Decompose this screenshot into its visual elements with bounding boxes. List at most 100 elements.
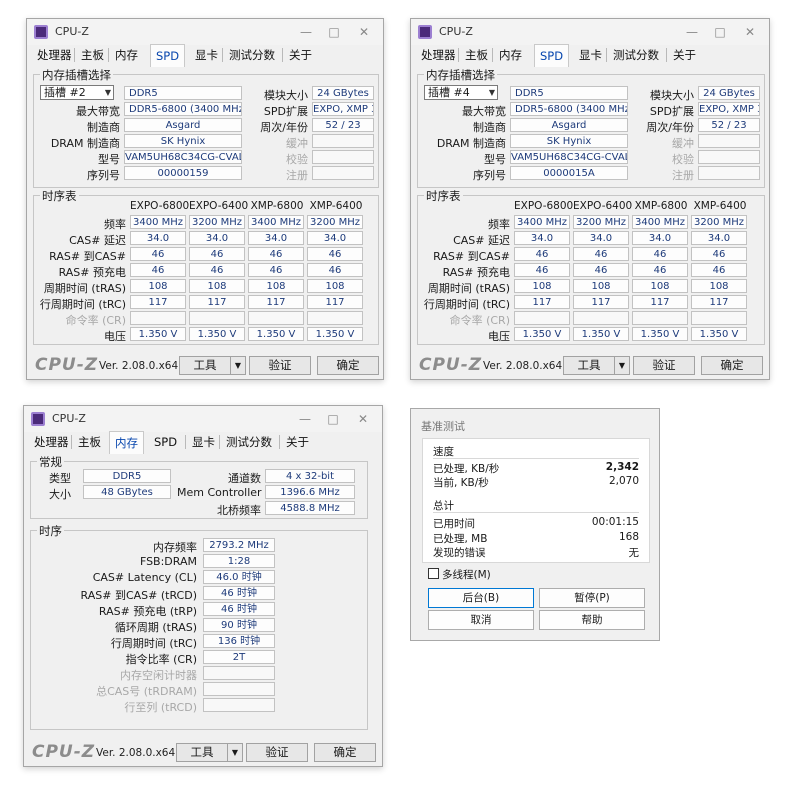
module-size-label: 模块大小 [264,89,308,102]
multithread-label[interactable]: 多线程(M) [442,567,491,582]
chevron-down-icon[interactable]: ▼ [614,356,630,375]
pause-button[interactable]: 暂停(P) [539,588,645,608]
background-button[interactable]: 后台(B) [428,588,534,608]
tab-graphics[interactable]: 显卡 [187,432,220,452]
tab-mainboard[interactable]: 主板 [76,45,109,65]
tab-bench[interactable]: 测试分数 [221,432,277,452]
tab-about[interactable]: 关于 [284,45,317,65]
cpuz-app-icon [34,25,48,39]
close-icon[interactable]: ✕ [739,23,761,41]
trc-cell: 117 [307,295,363,309]
serial-label: 序列号 [87,169,120,182]
tab-memory[interactable]: 内存 [494,45,527,65]
minimize-icon[interactable]: — [295,23,317,41]
ok-button[interactable]: 确定 [701,356,763,375]
ras-cas-cell: 46 [573,247,629,261]
voltage-cell: 1.350 V [691,327,747,341]
slot-dropdown[interactable]: 插槽 #2 ▼ [40,85,114,100]
command-rate-value: 2T [203,650,275,664]
tab-cpu[interactable]: 处理器 [416,45,461,65]
tab-spd[interactable]: SPD [150,44,186,67]
tab-about[interactable]: 关于 [668,45,701,65]
dram-frequency-value: 2793.2 MHz [203,538,275,552]
title-bar[interactable]: CPU-Z — □ ✕ [27,19,383,45]
spd-ext-value: EXPO, XMP 3.0 [698,102,760,116]
freq-label: 频率 [104,218,126,231]
multithread-checkbox[interactable] [428,568,439,579]
freq-cell: 3200 MHz [189,215,245,229]
tab-about[interactable]: 关于 [281,432,314,452]
tab-mainboard[interactable]: 主板 [73,432,106,452]
cr-cell [691,311,747,325]
tab-mainboard[interactable]: 主板 [460,45,493,65]
tab-divider [458,48,459,62]
window-title: CPU-Z [439,25,473,38]
tab-memory[interactable]: 内存 [110,45,143,65]
tab-cpu[interactable]: 处理器 [32,45,77,65]
maximize-icon[interactable]: □ [709,23,731,41]
slot-dropdown[interactable]: 插槽 #4 ▼ [424,85,498,100]
validate-button[interactable]: 验证 [249,356,311,375]
tools-button[interactable]: 工具 [563,356,615,375]
buffered-value [698,134,760,148]
ras-pre-label: RAS# 预充电 [58,266,126,279]
voltage-cell: 1.350 V [307,327,363,341]
tools-button[interactable]: 工具 [176,743,228,762]
row-to-column-label: 行至列 (tRCD) [124,701,197,714]
tab-bench[interactable]: 测试分数 [608,45,664,65]
tab-divider [606,48,607,62]
validate-button[interactable]: 验证 [633,356,695,375]
minimize-icon[interactable]: — [681,23,703,41]
chevron-down-icon[interactable]: ▼ [227,743,243,762]
cancel-button[interactable]: 取消 [428,610,534,630]
validate-button[interactable]: 验证 [246,743,308,762]
registered-value [312,166,374,180]
tab-cpu[interactable]: 处理器 [29,432,74,452]
tab-divider [71,435,72,449]
tab-spd[interactable]: SPD [149,432,182,452]
timings-table-group: 时序表 EXPO-6800 EXPO-6400 XMP-6800 XMP-640… [33,188,379,345]
help-button[interactable]: 帮助 [539,610,645,630]
title-bar[interactable]: CPU-Z — □ ✕ [411,19,769,45]
ok-button[interactable]: 确定 [317,356,379,375]
tras-cell: 108 [248,279,304,293]
cr-cell [632,311,688,325]
group-title: 内存插槽选择 [424,67,497,83]
maximize-icon[interactable]: □ [323,23,345,41]
chevron-down-icon[interactable]: ▼ [230,356,246,375]
minimize-icon[interactable]: — [294,410,316,428]
close-icon[interactable]: ✕ [353,23,375,41]
part-number-label: 型号 [98,153,120,166]
cpuz-brand-logo: CPU-Z [32,742,96,762]
tab-memory[interactable]: 内存 [109,431,144,454]
trc-cell: 117 [514,295,570,309]
close-icon[interactable]: ✕ [352,410,374,428]
tab-bench[interactable]: 测试分数 [224,45,280,65]
part-number-label: 型号 [484,153,506,166]
ok-button[interactable]: 确定 [314,743,376,762]
tab-graphics[interactable]: 显卡 [190,45,223,65]
manufacturer-label: 制造商 [87,121,120,134]
registered-label: 注册 [672,169,694,182]
cas-cell: 34.0 [573,231,629,245]
maximize-icon[interactable]: □ [322,410,344,428]
col-header: XMP-6800 [250,200,304,212]
week-year-value: 52 / 23 [312,118,374,132]
tab-spd[interactable]: SPD [534,44,570,67]
cas-cell: 34.0 [691,231,747,245]
results-panel: 速度 已处理, KB/秒 2,342 当前, KB/秒 2,070 总计 已用时… [422,438,650,563]
cas-cell: 34.0 [514,231,570,245]
tab-graphics[interactable]: 显卡 [574,45,607,65]
ras-pre-label: RAS# 预充电 [442,266,510,279]
cr-cell [189,311,245,325]
ras-pre-cell: 46 [130,263,186,277]
ras-cas-cell: 46 [130,247,186,261]
timings-table-group: 时序表 EXPO-6800 EXPO-6400 XMP-6800 XMP-640… [417,188,765,345]
tools-button[interactable]: 工具 [179,356,231,375]
serial-label: 序列号 [473,169,506,182]
title-bar[interactable]: CPU-Z — □ ✕ [24,406,382,432]
northbridge-freq-label: 北桥频率 [217,504,261,517]
memory-type-value: DDR5 [510,86,628,100]
tab-divider [222,48,223,62]
memory-type-label: 类型 [49,472,71,485]
